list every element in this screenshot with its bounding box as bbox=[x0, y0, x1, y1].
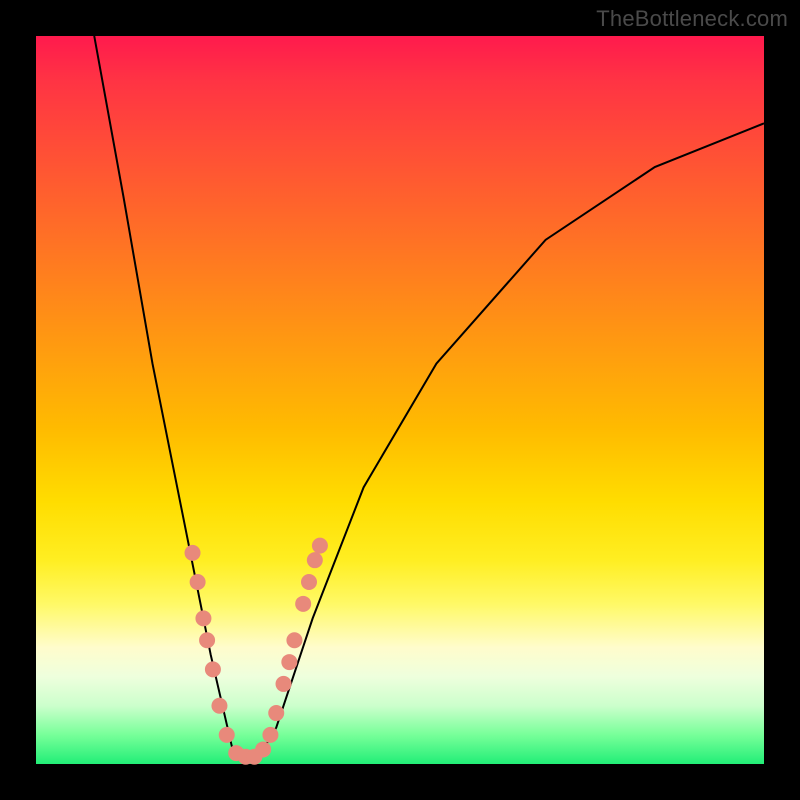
curve-layer bbox=[0, 0, 800, 800]
data-dot bbox=[307, 552, 323, 568]
curve-left-curve bbox=[94, 36, 254, 764]
data-dot bbox=[295, 596, 311, 612]
data-dot bbox=[190, 574, 206, 590]
data-dot bbox=[281, 654, 297, 670]
data-dot bbox=[199, 632, 215, 648]
watermark-text: TheBottleneck.com bbox=[596, 6, 788, 32]
data-dot bbox=[219, 727, 235, 743]
data-dot bbox=[255, 741, 271, 757]
data-dot bbox=[268, 705, 284, 721]
data-dot bbox=[276, 676, 292, 692]
data-dot bbox=[286, 632, 302, 648]
curve-right-curve bbox=[254, 123, 764, 764]
data-dot bbox=[301, 574, 317, 590]
data-dot bbox=[195, 610, 211, 626]
data-dot bbox=[211, 698, 227, 714]
data-dot bbox=[205, 661, 221, 677]
chart-frame: TheBottleneck.com bbox=[0, 0, 800, 800]
data-dot bbox=[262, 727, 278, 743]
data-dot bbox=[185, 545, 201, 561]
data-dot bbox=[312, 538, 328, 554]
